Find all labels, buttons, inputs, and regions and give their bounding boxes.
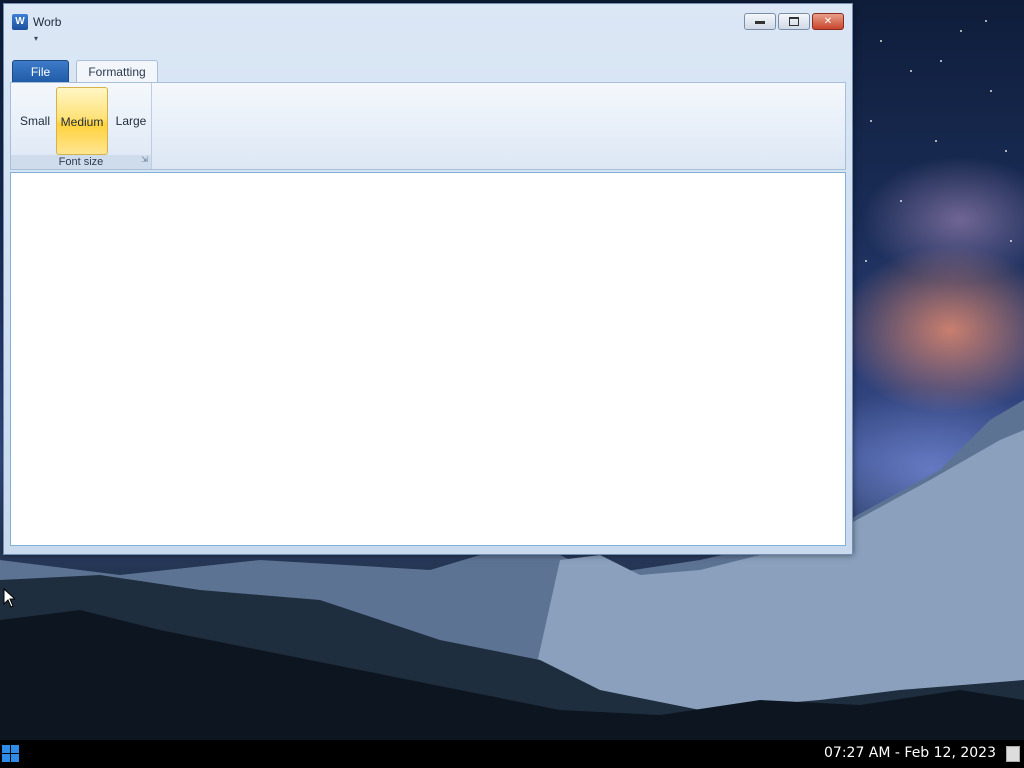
- font-size-medium-button[interactable]: Medium: [56, 87, 108, 155]
- document-editor[interactable]: [10, 172, 846, 546]
- font-size-small-button[interactable]: Small: [15, 87, 55, 155]
- close-icon: ✕: [823, 16, 833, 27]
- dialog-launcher-icon[interactable]: ⇲: [141, 153, 148, 167]
- notification-icon[interactable]: [1006, 746, 1020, 762]
- maximize-icon: [789, 16, 799, 26]
- minimize-button[interactable]: [744, 13, 776, 30]
- quick-access-dropdown-icon[interactable]: ▾: [34, 34, 38, 43]
- maximize-button[interactable]: [778, 13, 810, 30]
- window-title: Worb: [33, 15, 62, 29]
- font-size-group: Small Medium Large Font size ⇲: [11, 83, 152, 169]
- word-app-icon[interactable]: W: [12, 14, 28, 30]
- font-size-group-label-text: Font size: [58, 156, 104, 168]
- mouse-cursor-icon: [3, 588, 15, 608]
- windows-logo-icon[interactable]: [2, 745, 19, 762]
- font-size-large-button[interactable]: Large: [111, 87, 151, 155]
- minimize-icon: [755, 21, 765, 24]
- font-size-group-label: Font size ⇲: [11, 155, 151, 169]
- ribbon-panel: Small Medium Large Font size ⇲: [10, 82, 846, 170]
- close-button[interactable]: ✕: [812, 13, 844, 30]
- taskbar-clock[interactable]: 07:27 AM - Feb 12, 2023: [824, 745, 996, 761]
- tab-formatting[interactable]: Formatting: [76, 60, 158, 83]
- taskbar: 07:27 AM - Feb 12, 2023: [0, 740, 1024, 768]
- tab-file[interactable]: File: [12, 60, 69, 83]
- title-bar[interactable]: W Worb ▾ ✕: [4, 4, 852, 56]
- app-window: W Worb ▾ ✕ File Formatting Small Medium …: [3, 3, 853, 555]
